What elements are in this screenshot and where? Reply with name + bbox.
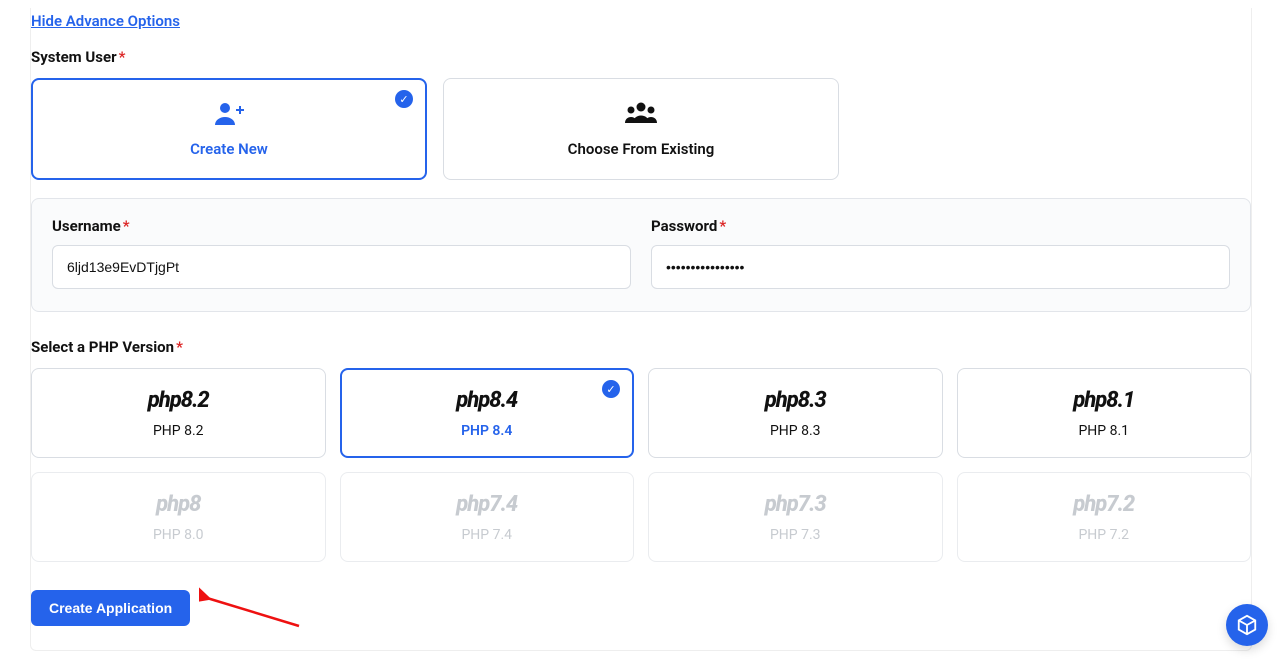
php-option-8-2[interactable]: php8.2 PHP 8.2: [31, 368, 326, 458]
credentials-box: Username* Password*: [31, 198, 1251, 312]
php-option-8-3[interactable]: php8.3 PHP 8.3: [648, 368, 943, 458]
create-application-button[interactable]: Create Application: [31, 590, 190, 626]
check-icon: ✓: [602, 380, 620, 398]
php-version-grid: php8.2 PHP 8.2 ✓ php8.4 PHP 8.4 php8.3 P…: [31, 368, 1251, 562]
password-input[interactable]: [651, 245, 1230, 289]
php-option-7-4: php7.4 PHP 7.4: [340, 472, 635, 562]
php-option-label: PHP 8.4: [461, 423, 512, 439]
php-option-8-0: php8 PHP 8.0: [31, 472, 326, 562]
option-create-new-label: Create New: [190, 140, 268, 158]
option-create-new[interactable]: ✓ Create New: [31, 78, 427, 180]
system-user-label: System User*: [31, 48, 1251, 66]
php-option-label: PHP 8.1: [1078, 423, 1129, 439]
username-input[interactable]: [52, 245, 631, 289]
php-logo-icon: php8.1: [1073, 388, 1134, 413]
required-asterisk: *: [123, 217, 130, 235]
php-logo-icon: php8.4: [456, 388, 517, 413]
php-option-8-4[interactable]: ✓ php8.4 PHP 8.4: [340, 368, 635, 458]
password-field-wrap: Password*: [651, 217, 1230, 289]
users-group-icon: [622, 100, 660, 126]
php-option-7-3: php7.3 PHP 7.3: [648, 472, 943, 562]
annotation-arrow-icon: [199, 584, 309, 634]
check-icon: ✓: [395, 90, 413, 108]
php-logo-icon: php7.4: [456, 492, 517, 517]
php-logo-icon: php8: [156, 492, 200, 517]
php-option-7-2: php7.2 PHP 7.2: [957, 472, 1252, 562]
php-option-label: PHP 7.4: [461, 527, 512, 543]
cube-icon: [1236, 614, 1258, 636]
php-logo-icon: php7.2: [1073, 492, 1134, 517]
system-user-label-text: System User: [31, 48, 117, 66]
php-version-label: Select a PHP Version*: [31, 338, 1251, 356]
required-asterisk: *: [119, 48, 126, 66]
required-asterisk: *: [719, 217, 726, 235]
php-option-label: PHP 7.2: [1078, 527, 1129, 543]
option-choose-existing-label: Choose From Existing: [568, 140, 715, 158]
php-logo-icon: php8.3: [765, 388, 826, 413]
php-option-label: PHP 8.3: [770, 423, 821, 439]
system-user-options: ✓ Create New Choose From Existing: [31, 78, 1251, 180]
required-asterisk: *: [176, 338, 183, 356]
username-label-text: Username: [52, 217, 121, 235]
option-choose-existing[interactable]: Choose From Existing: [443, 78, 839, 180]
php-option-8-1[interactable]: php8.1 PHP 8.1: [957, 368, 1252, 458]
php-logo-icon: php7.3: [765, 492, 826, 517]
help-fab-button[interactable]: [1226, 604, 1268, 646]
username-field-wrap: Username*: [52, 217, 631, 289]
php-option-label: PHP 8.0: [153, 527, 204, 543]
toggle-advanced-link[interactable]: Hide Advance Options: [31, 12, 180, 30]
password-label: Password*: [651, 217, 1230, 235]
form-panel: Hide Advance Options System User* ✓ Crea…: [30, 8, 1252, 651]
php-option-label: PHP 8.2: [153, 423, 204, 439]
password-label-text: Password: [651, 217, 717, 235]
php-logo-icon: php8.2: [148, 388, 209, 413]
username-label: Username*: [52, 217, 631, 235]
user-plus-icon: [212, 100, 246, 126]
php-version-label-text: Select a PHP Version: [31, 338, 174, 356]
php-option-label: PHP 7.3: [770, 527, 821, 543]
